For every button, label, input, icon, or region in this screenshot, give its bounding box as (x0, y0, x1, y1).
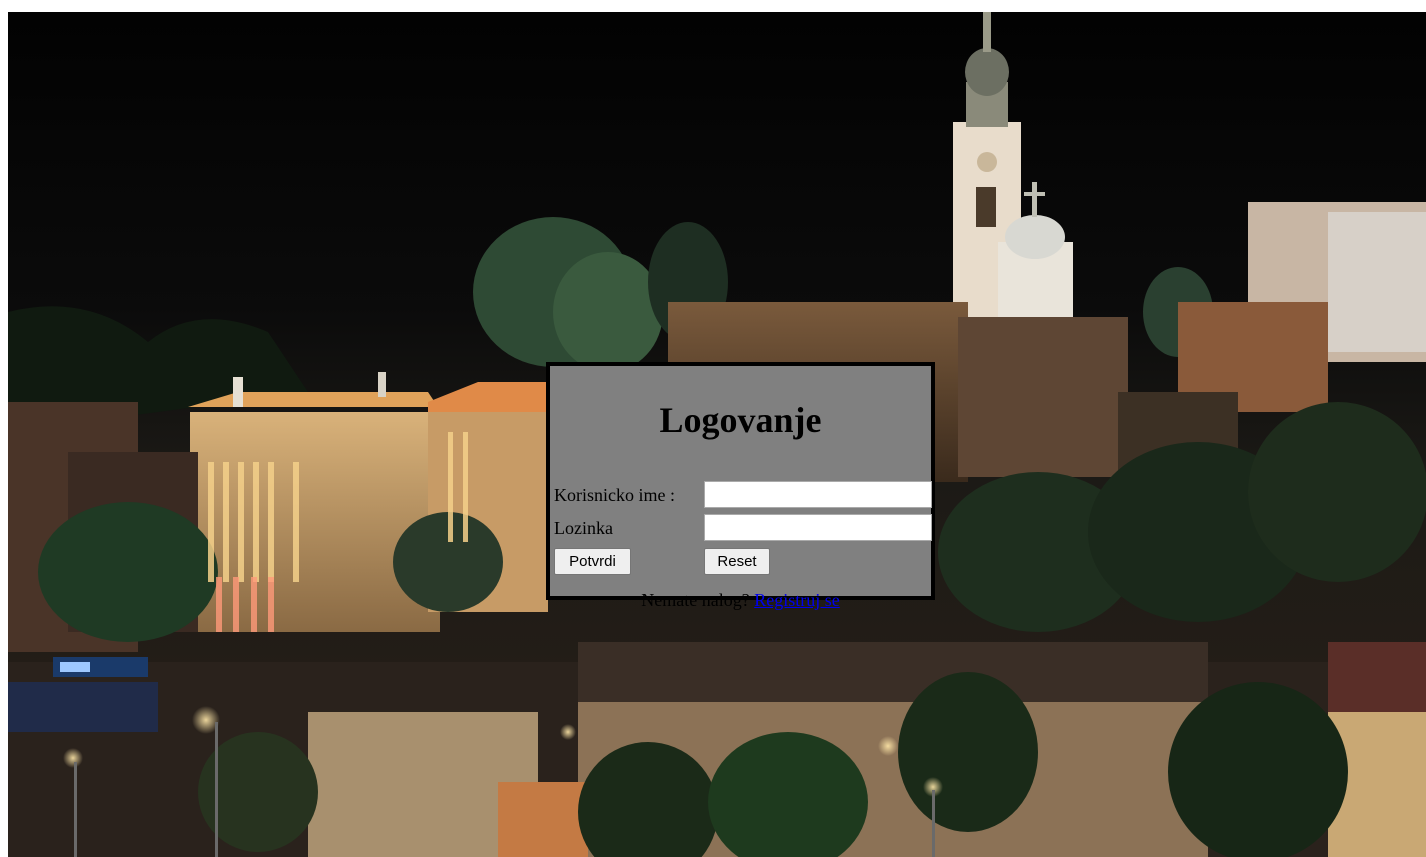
password-input[interactable] (704, 514, 932, 541)
reset-button[interactable]: Reset (704, 548, 770, 575)
submit-button[interactable]: Potvrdi (554, 548, 631, 575)
buttons-row: Potvrdi Reset (554, 548, 934, 575)
register-prompt: Nemate nalog? Registruj se (550, 590, 931, 611)
password-row: Lozinka (554, 514, 934, 541)
login-panel: Logovanje Korisnicko ime : Lozinka Potvr… (546, 362, 935, 610)
page-viewport: Logovanje Korisnicko ime : Lozinka Potvr… (8, 12, 1426, 857)
username-label: Korisnicko ime : (554, 485, 675, 505)
password-label: Lozinka (554, 518, 613, 538)
register-link[interactable]: Registruj se (754, 590, 840, 610)
no-account-text: Nemate nalog? (641, 590, 750, 610)
login-title: Logovanje (659, 400, 822, 440)
username-row: Korisnicko ime : (554, 481, 934, 508)
username-input[interactable] (704, 481, 932, 508)
